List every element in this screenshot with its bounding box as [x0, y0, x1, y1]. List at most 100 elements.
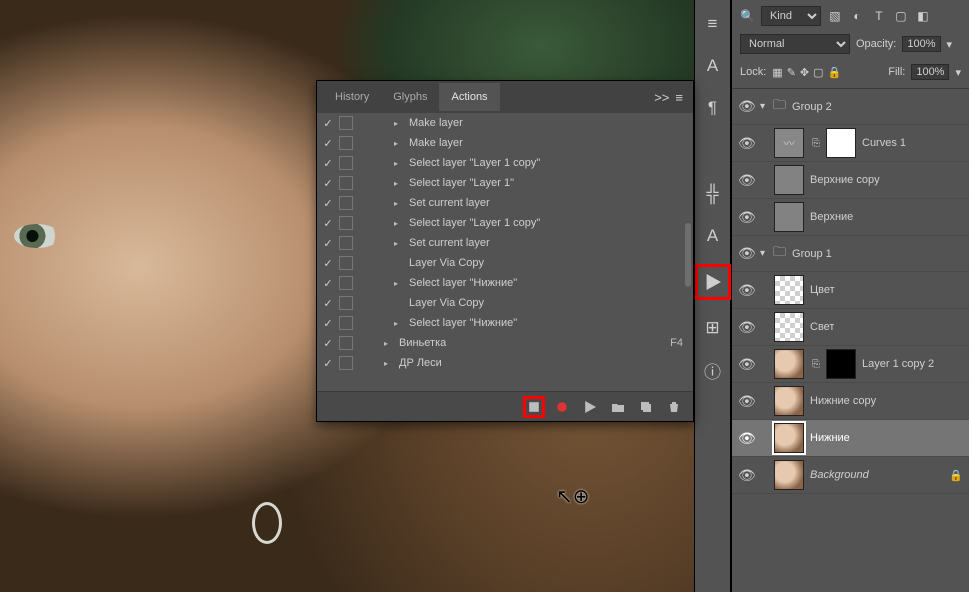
layer-row[interactable]: 👁 Нижние copy	[732, 383, 969, 420]
layer-row[interactable]: 👁 Цвет	[732, 272, 969, 309]
chevron-down-icon[interactable]: ▾	[760, 101, 765, 112]
chevron-right-icon[interactable]: ▸	[391, 319, 401, 328]
toggle-check-icon[interactable]: ✓	[321, 157, 335, 170]
layer-name[interactable]: Group 1	[792, 248, 832, 260]
visibility-icon[interactable]: 👁	[738, 467, 754, 484]
visibility-icon[interactable]: 👁	[738, 135, 754, 152]
dialog-toggle[interactable]	[339, 336, 353, 350]
dialog-toggle[interactable]	[339, 356, 353, 370]
chevron-right-icon[interactable]: ▸	[391, 159, 401, 168]
toggle-check-icon[interactable]: ✓	[321, 257, 335, 270]
chevron-right-icon[interactable]: ▸	[381, 339, 391, 348]
scrollbar-thumb[interactable]	[685, 223, 691, 287]
layer-thumbnail[interactable]	[774, 312, 804, 342]
action-row[interactable]: ✓Layer Via Copy	[317, 253, 693, 273]
layer-name[interactable]: Нижние copy	[810, 395, 876, 407]
layer-name[interactable]: Свет	[810, 321, 834, 333]
layer-filter-kind[interactable]: Kind	[761, 6, 821, 26]
layer-row[interactable]: 👁 ▾ 🗀 Group 1	[732, 236, 969, 272]
lock-move-icon[interactable]: ✥	[800, 66, 809, 79]
visibility-icon[interactable]: 👁	[738, 172, 754, 189]
chevron-down-icon[interactable]: ▾	[760, 248, 765, 259]
filter-shape-icon[interactable]: ▢	[893, 8, 909, 24]
layer-thumbnail[interactable]	[774, 275, 804, 305]
toolstrip-item[interactable]: ⊞	[699, 314, 727, 342]
dialog-toggle[interactable]	[339, 236, 353, 250]
record-button[interactable]	[551, 396, 573, 418]
info-panel-icon[interactable]: ⓘ	[699, 356, 727, 384]
visibility-icon[interactable]: 👁	[738, 356, 754, 373]
dialog-toggle[interactable]	[339, 216, 353, 230]
filter-type-icon[interactable]: T	[871, 8, 887, 24]
toggle-check-icon[interactable]: ✓	[321, 137, 335, 150]
layer-name[interactable]: Group 2	[792, 101, 832, 113]
layer-name[interactable]: Layer 1 copy 2	[862, 358, 934, 370]
scrollbar[interactable]	[685, 113, 691, 391]
chevron-right-icon[interactable]: ▸	[381, 359, 391, 368]
dialog-toggle[interactable]	[339, 136, 353, 150]
lock-artboard-icon[interactable]: ▢	[813, 66, 823, 79]
dialog-toggle[interactable]	[339, 116, 353, 130]
toggle-check-icon[interactable]: ✓	[321, 177, 335, 190]
dialog-toggle[interactable]	[339, 316, 353, 330]
chevron-right-icon[interactable]: ▸	[391, 219, 401, 228]
action-row[interactable]: ✓▸Make layer	[317, 113, 693, 133]
chevron-down-icon[interactable]: ▾	[955, 66, 961, 79]
chevron-right-icon[interactable]: ▸	[391, 199, 401, 208]
layer-thumbnail[interactable]	[774, 386, 804, 416]
layer-name[interactable]: Верхние	[810, 211, 853, 223]
layer-name[interactable]: Нижние	[810, 432, 850, 444]
tab-history[interactable]: History	[323, 83, 381, 111]
visibility-icon[interactable]: 👁	[738, 98, 754, 115]
dialog-toggle[interactable]	[339, 156, 353, 170]
action-row[interactable]: ✓▸Select layer "Layer 1 copy"	[317, 153, 693, 173]
dialog-toggle[interactable]	[339, 176, 353, 190]
layer-row[interactable]: 👁 Верхние	[732, 199, 969, 236]
mask-thumbnail[interactable]	[826, 349, 856, 379]
collapse-icon[interactable]: >>	[654, 90, 669, 105]
link-icon[interactable]: ⎘	[812, 138, 820, 149]
chevron-right-icon[interactable]: ▸	[391, 139, 401, 148]
toggle-check-icon[interactable]: ✓	[321, 117, 335, 130]
toggle-check-icon[interactable]: ✓	[321, 297, 335, 310]
opacity-value[interactable]: 100%	[902, 36, 940, 52]
tab-glyphs[interactable]: Glyphs	[381, 83, 439, 111]
visibility-icon[interactable]: 👁	[738, 282, 754, 299]
toggle-check-icon[interactable]: ✓	[321, 237, 335, 250]
layer-row[interactable]: 👁 ⎘ Layer 1 copy 2	[732, 346, 969, 383]
glyphs-panel-icon[interactable]: A	[699, 222, 727, 250]
action-row[interactable]: ✓▸Make layer	[317, 133, 693, 153]
lock-pixels-icon[interactable]: ▦	[772, 66, 782, 79]
new-set-button[interactable]	[607, 396, 629, 418]
action-row[interactable]: ✓▸ВиньеткаF4	[317, 333, 693, 353]
chevron-right-icon[interactable]: ▸	[391, 179, 401, 188]
character-panel-icon[interactable]: A	[699, 52, 727, 80]
link-icon[interactable]: ⎘	[812, 359, 820, 370]
visibility-icon[interactable]: 👁	[738, 393, 754, 410]
layer-row[interactable]: 👁 Background 🔒	[732, 457, 969, 494]
layer-name[interactable]: Верхние copy	[810, 174, 880, 186]
toggle-check-icon[interactable]: ✓	[321, 277, 335, 290]
play-button[interactable]	[579, 396, 601, 418]
dialog-toggle[interactable]	[339, 276, 353, 290]
dialog-toggle[interactable]	[339, 256, 353, 270]
actions-play-highlight[interactable]	[695, 264, 731, 300]
toggle-check-icon[interactable]: ✓	[321, 357, 335, 370]
action-row[interactable]: ✓▸Set current layer	[317, 193, 693, 213]
dialog-toggle[interactable]	[339, 296, 353, 310]
toggle-check-icon[interactable]: ✓	[321, 197, 335, 210]
chevron-right-icon[interactable]: ▸	[391, 119, 401, 128]
filter-adjust-icon[interactable]: ◐	[849, 8, 865, 24]
stop-button[interactable]	[523, 396, 545, 418]
chevron-right-icon[interactable]: ▸	[391, 279, 401, 288]
action-row[interactable]: ✓▸Select layer "Layer 1 copy"	[317, 213, 693, 233]
dialog-toggle[interactable]	[339, 196, 353, 210]
new-action-button[interactable]	[635, 396, 657, 418]
action-row[interactable]: ✓▸ДР Леси	[317, 353, 693, 373]
action-row[interactable]: ✓▸Select layer "Нижние"	[317, 273, 693, 293]
layer-name[interactable]: Цвет	[810, 284, 835, 296]
fill-value[interactable]: 100%	[911, 64, 949, 80]
layer-row[interactable]: 👁 ▾ 🗀 Group 2	[732, 89, 969, 125]
actions-list[interactable]: ✓▸Make layer✓▸Make layer✓▸Select layer "…	[317, 113, 693, 391]
toggle-check-icon[interactable]: ✓	[321, 337, 335, 350]
